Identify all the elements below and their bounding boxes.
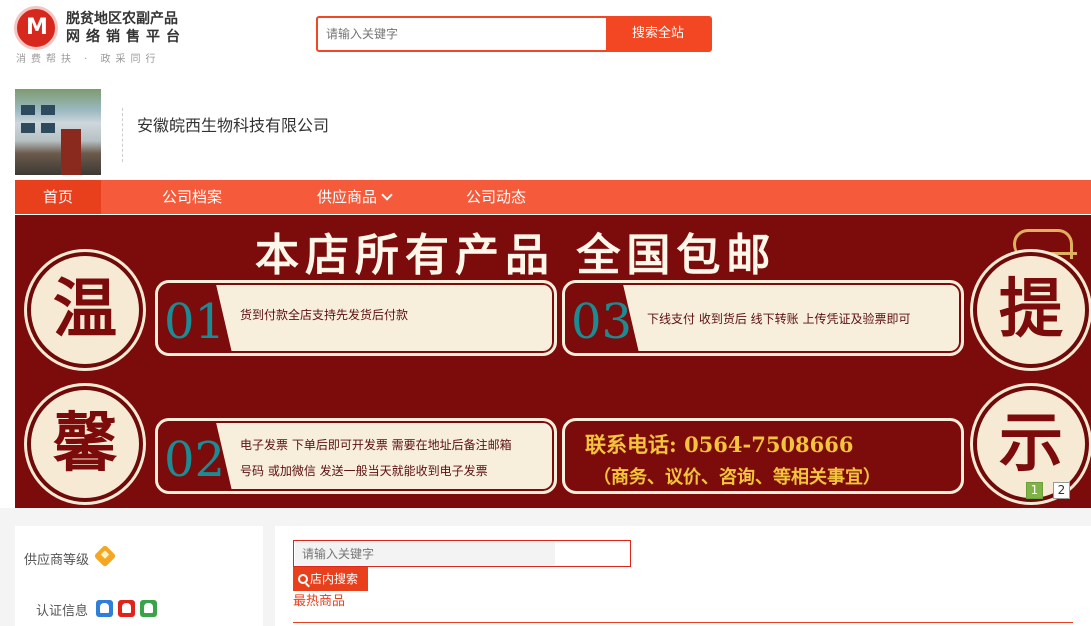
company-divider bbox=[122, 108, 123, 162]
shop-search-button[interactable]: 店内搜索 bbox=[293, 567, 368, 591]
shop-search-input[interactable] bbox=[302, 545, 552, 562]
chevron-down-icon bbox=[381, 189, 393, 201]
company-photo bbox=[15, 89, 101, 175]
logo-icon: M bbox=[14, 6, 58, 50]
site-title-line2: 网络销售平台 bbox=[66, 29, 186, 45]
card-text-line: 下线支付 收到货后 线下转账 上传凭证及验票即可 bbox=[647, 312, 911, 326]
hot-products-heading: 最热商品 bbox=[293, 594, 346, 609]
nav-company-news[interactable]: 公司动态 bbox=[449, 180, 543, 214]
shop-search-bar bbox=[293, 540, 631, 567]
banner-title: 本店所有产品 全国包邮 bbox=[255, 230, 777, 281]
site-search-button[interactable]: 搜索全站 bbox=[606, 18, 710, 50]
banner-circle-char: 温 bbox=[27, 252, 143, 368]
card-number: 03 bbox=[571, 294, 633, 350]
supplier-level-badge-icon bbox=[93, 544, 117, 568]
certification-label: 认证信息 bbox=[36, 604, 89, 619]
business-license-icon[interactable] bbox=[118, 600, 135, 617]
page: M 脱贫地区农副产品 网络销售平台 消费帮扶 · 政采同行 搜索全站 安徽皖西生… bbox=[0, 0, 1091, 626]
site-logo[interactable]: M 脱贫地区农副产品 网络销售平台 消费帮扶 · 政采同行 bbox=[14, 6, 204, 65]
phone-number: 联系电话: 0564-7508666 bbox=[585, 432, 854, 457]
site-slogan: 消费帮扶 · 政采同行 bbox=[16, 54, 161, 65]
banner-circle-char: 馨 bbox=[27, 386, 143, 502]
hot-products-divider bbox=[293, 622, 1073, 623]
site-title-line1: 脱贫地区农副产品 bbox=[66, 11, 178, 27]
card-text-line: 号码 或加微信 发送一般当天就能收到电子发票 bbox=[240, 464, 488, 478]
company-name: 安徽皖西生物科技有限公司 bbox=[137, 116, 330, 135]
banner-card-02: 02 电子发票 下单后即可开发票 需要在地址后备注邮箱 号码 或加微信 发送一般… bbox=[155, 418, 557, 494]
nav-products[interactable]: 供应商品 bbox=[299, 180, 409, 214]
shop-nav: 首页 公司档案 供应商品 公司动态 bbox=[15, 180, 1091, 214]
carousel-page-1[interactable]: 1 bbox=[1026, 482, 1043, 499]
card-number: 02 bbox=[164, 432, 226, 488]
certificate-icon[interactable] bbox=[140, 600, 157, 617]
banner-circle-char: 提 bbox=[973, 252, 1089, 368]
phone-note: （商务、议价、咨询、等相关事宜） bbox=[593, 467, 881, 488]
nav-home[interactable]: 首页 bbox=[15, 180, 101, 214]
supplier-level-label: 供应商等级 bbox=[24, 553, 90, 568]
shop-content-panel: 店内搜索 最热商品 bbox=[275, 526, 1091, 626]
promo-banner[interactable]: 本店所有产品 全国包邮 温 馨 提 示 01 货到付款全店支持先发货后付款 03… bbox=[15, 215, 1091, 508]
card-text-line: 电子发票 下单后即可开发票 需要在地址后备注邮箱 bbox=[240, 438, 512, 452]
shop-search-button-label: 店内搜索 bbox=[310, 572, 359, 586]
search-icon bbox=[298, 574, 308, 584]
banner-card-01: 01 货到付款全店支持先发货后付款 bbox=[155, 280, 557, 356]
card-number: 01 bbox=[164, 294, 226, 350]
banner-card-03: 03 下线支付 收到货后 线下转账 上传凭证及验票即可 bbox=[562, 280, 964, 356]
banner-phone-card: 联系电话: 0564-7508666 （商务、议价、咨询、等相关事宜） bbox=[562, 418, 964, 494]
card-text-line: 货到付款全店支持先发货后付款 bbox=[240, 308, 409, 322]
supplier-info-panel: 供应商等级 认证信息 bbox=[15, 526, 263, 626]
nav-company-profile[interactable]: 公司档案 bbox=[145, 180, 239, 214]
logo-glyph: M bbox=[26, 15, 48, 40]
person-verified-icon[interactable] bbox=[96, 600, 113, 617]
site-search-input[interactable] bbox=[326, 24, 602, 44]
site-search-bar: 搜索全站 bbox=[316, 16, 712, 52]
carousel-page-2[interactable]: 2 bbox=[1053, 482, 1070, 499]
nav-products-label: 供应商品 bbox=[316, 188, 377, 206]
